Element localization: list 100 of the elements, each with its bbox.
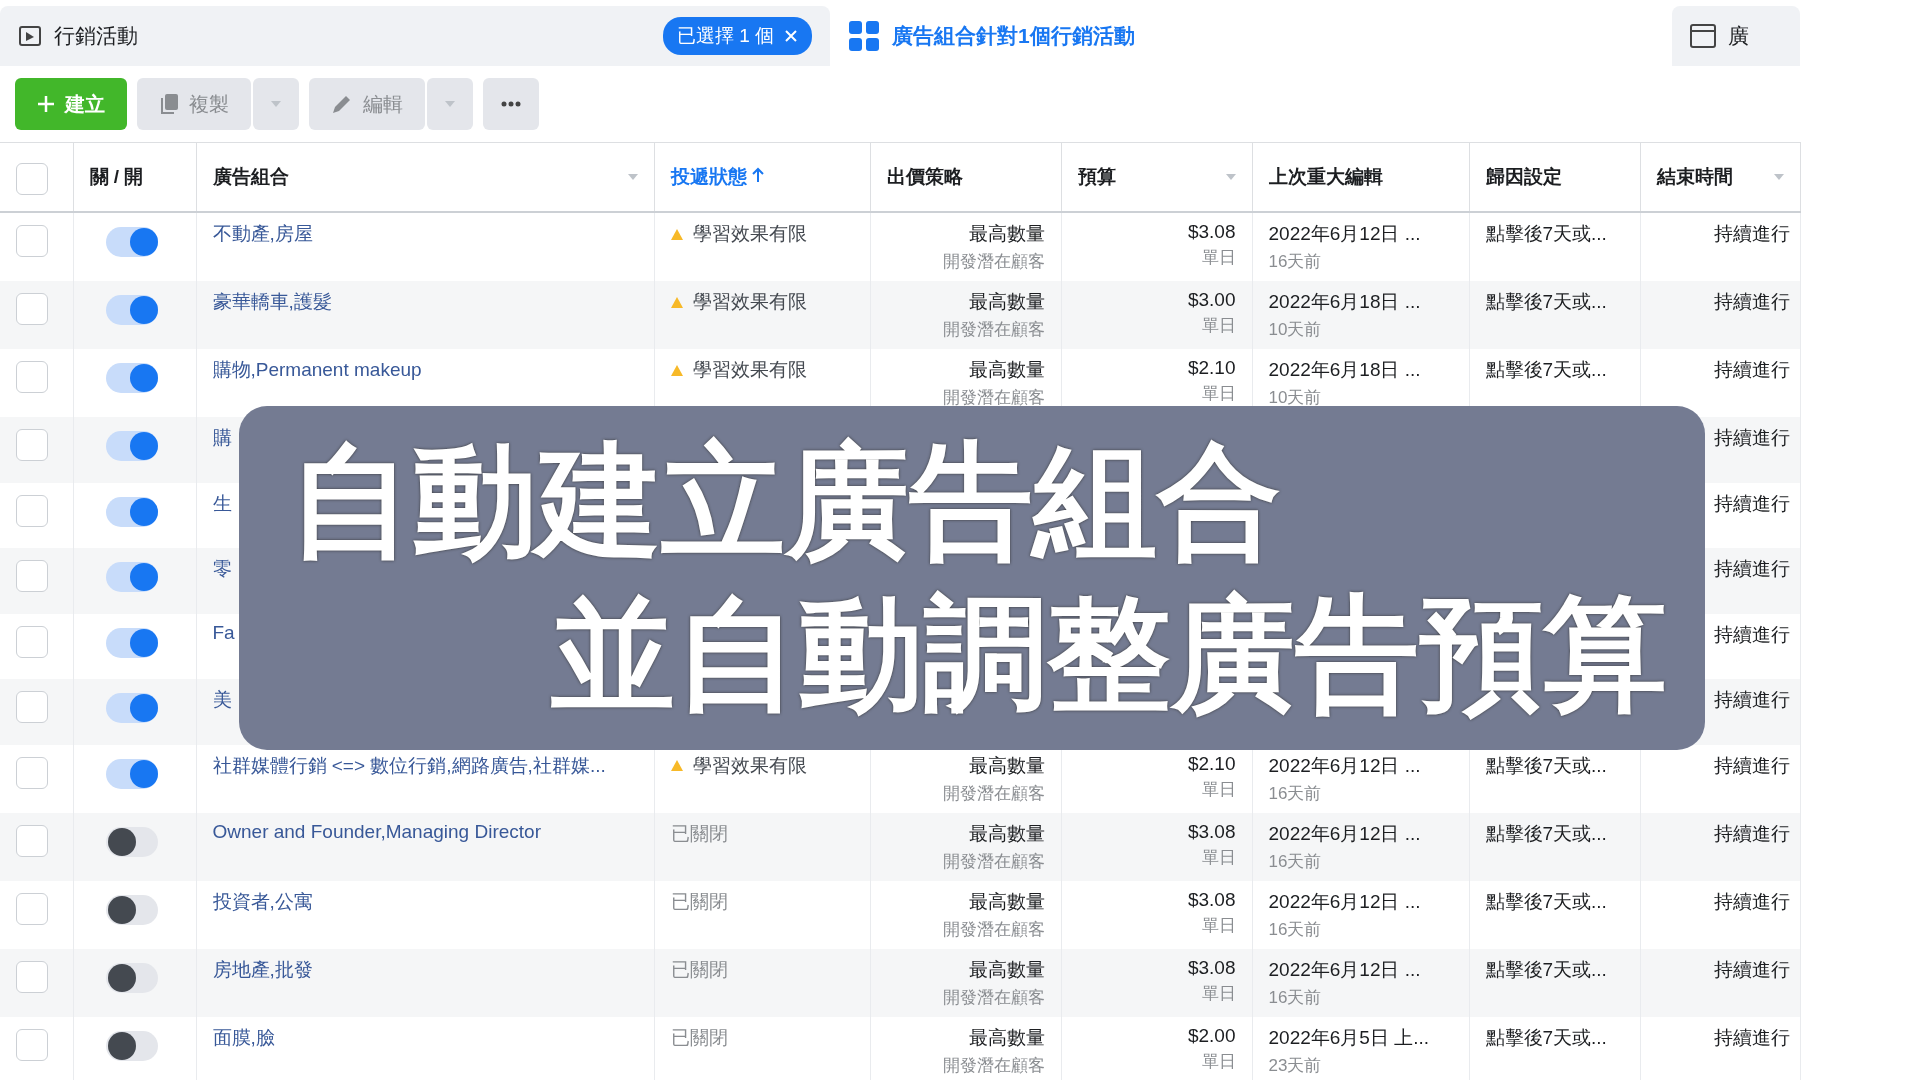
toggle-switch[interactable] [105,295,158,325]
column-header[interactable]: 結束時間 [1656,164,1733,190]
toggle-switch[interactable] [105,627,158,658]
ad-set-link[interactable]: 零 [212,558,232,579]
attribution-setting: 點擊後7天或... [1485,358,1608,382]
end-time: 持續進行 [1712,957,1790,982]
tab[interactable]: 行銷活動 已選擇 1 個 [0,6,830,66]
toggle-switch[interactable] [105,363,158,393]
close-icon[interactable] [784,29,798,43]
menu-caret-icon [627,174,638,180]
end-time: 持續進行 [1712,688,1790,712]
caret-icon [271,101,281,107]
ad-set-link[interactable]: 購物,Permanent makeup [212,359,422,380]
menu-caret-icon [1773,174,1784,180]
grid-icon [848,20,880,52]
dropdown-button[interactable] [427,78,473,130]
ad-set-link[interactable]: 不動產,房屋 [212,223,313,244]
row-checkbox[interactable] [16,560,48,592]
select-all-checkbox[interactable] [16,163,48,195]
column-header[interactable]: 關 / 開 [89,164,144,190]
goal-text: 開發潛在顧客 [941,850,1045,873]
row-checkbox[interactable] [16,225,48,257]
toggle-switch[interactable] [105,431,158,461]
column-header[interactable]: 投遞狀態 [670,164,764,190]
delivery-status: 已關閉 [670,821,728,846]
edit-age: 16天前 [1268,986,1323,1009]
budget-period: 單日 [1200,914,1236,937]
edit-age: 16天前 [1268,850,1323,873]
edit-age: 10天前 [1268,387,1323,409]
toggle-switch[interactable] [105,826,158,857]
pencil-icon [331,93,353,115]
budget-amount: $2.10 [1186,357,1236,379]
warning-icon [670,760,683,771]
ad-set-link[interactable]: 投資者,公寓 [212,890,313,912]
row-checkbox[interactable] [16,429,48,461]
delivery-status: 已關閉 [670,1025,728,1050]
warning-icon [670,364,683,376]
delivery-status: 學習效果有限 [692,290,807,314]
bid-strategy: 最高數量 [967,957,1045,982]
budget-period: 單日 [1200,315,1236,337]
end-time: 持續進行 [1712,290,1790,314]
edit-date: 2022年6月12日 ... [1268,889,1422,914]
budget-amount: $3.08 [1186,956,1236,979]
row-checkbox[interactable] [16,1028,48,1061]
edit-date: 2022年6月5日 上... [1268,1025,1431,1050]
row-checkbox[interactable] [16,293,48,325]
budget-period: 單日 [1200,1050,1236,1073]
end-time: 持續進行 [1712,622,1790,647]
warning-icon [670,296,683,308]
ad-set-link[interactable]: 生 [212,492,232,514]
ad-set-link[interactable]: 購 [212,427,232,448]
row-checkbox[interactable] [16,625,48,658]
ad-set-link[interactable]: 面膜,臉 [212,1026,275,1048]
column-header[interactable]: 廣告組合 [212,164,289,190]
ad-set-link[interactable]: 社群媒體行銷 <=> 數位行銷,網路廣告,社群媒... [212,754,606,776]
toggle-switch[interactable] [105,894,158,925]
edit-date: 2022年6月18日 ... [1268,358,1422,382]
column-header[interactable]: 出價策略 [886,164,963,190]
row-checkbox[interactable] [16,361,48,393]
toggle-switch[interactable] [105,693,158,723]
bid-strategy: 最高數量 [967,889,1045,914]
ad-set-link[interactable]: 豪華轎車,護髮 [212,291,332,312]
row-checkbox[interactable] [16,756,48,789]
toggle-switch[interactable] [105,962,158,993]
edit-date: 2022年6月18日 ... [1268,290,1422,314]
end-time: 持續進行 [1712,222,1790,246]
column-header[interactable]: 預算 [1077,164,1116,190]
toggle-switch[interactable] [105,758,158,789]
budget-amount: $3.08 [1186,820,1236,843]
warning-icon [670,228,683,240]
budget-period: 單日 [1200,247,1236,269]
toggle-switch[interactable] [105,227,158,257]
dropdown-button[interactable] [253,78,299,130]
budget-period: 單日 [1200,383,1236,405]
ad-set-link[interactable]: 房地產,批發 [212,958,313,980]
row-checkbox[interactable] [16,960,48,993]
toggle-switch[interactable] [105,496,158,527]
more-button[interactable] [483,78,539,130]
row-checkbox[interactable] [16,892,48,925]
toggle-switch[interactable] [105,562,158,592]
column-header[interactable]: 上次重大編輯 [1268,164,1383,190]
budget-period: 單日 [1200,778,1236,801]
row-checkbox[interactable] [16,691,48,723]
attribution-setting: 點擊後7天或... [1485,753,1608,778]
selection-chip[interactable]: 已選擇 1 個 [662,17,812,55]
end-time: 持續進行 [1712,753,1790,778]
row-checkbox[interactable] [16,494,48,527]
edit-date: 2022年6月12日 ... [1268,957,1422,982]
ad-set-link[interactable]: 美 [212,689,232,710]
column-header[interactable]: 歸因設定 [1485,164,1562,190]
toggle-switch[interactable] [105,1030,158,1061]
budget-amount: $3.08 [1186,888,1236,911]
tab[interactable]: 廣 [1672,6,1800,66]
ad-set-link[interactable]: Fa [212,621,235,643]
delivery-status: 已關閉 [670,889,728,914]
menu-caret-icon [1225,174,1236,180]
row-checkbox[interactable] [16,824,48,857]
attribution-setting: 點擊後7天或... [1485,290,1608,314]
caret-icon [445,101,455,107]
end-time: 持續進行 [1712,889,1790,914]
